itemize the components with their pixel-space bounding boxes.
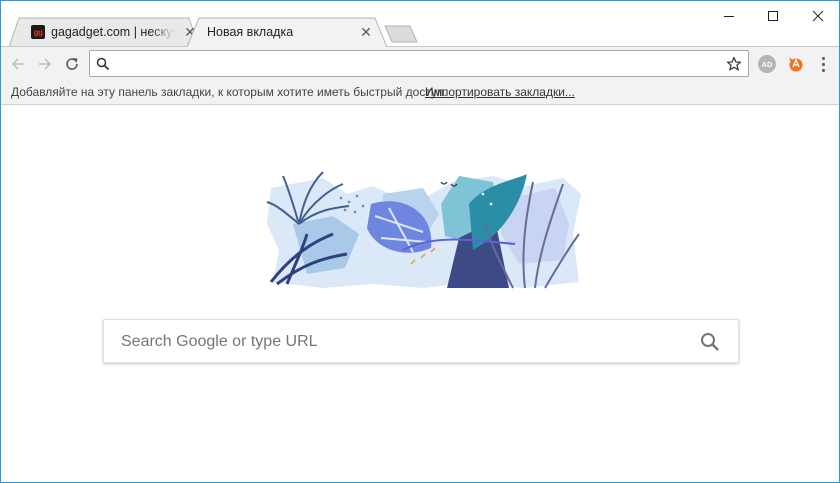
tab-strip: gg gagadget.com | нескучные новости ✕ Но… <box>1 1 839 47</box>
browser-window: gg gagadget.com | нескучные новости ✕ Но… <box>0 0 840 483</box>
bookmarks-bar-message: Добавляйте на эту панель закладки, к кот… <box>11 85 447 99</box>
arrow-left-icon <box>11 58 24 70</box>
reload-icon <box>66 58 78 70</box>
back-button[interactable] <box>7 53 29 75</box>
menu-dot <box>821 68 825 72</box>
avast-extension-icon[interactable] <box>787 55 805 73</box>
arrow-right-icon <box>39 58 52 70</box>
favicon-text: gg <box>33 27 43 37</box>
menu-dot <box>821 56 825 60</box>
search-icon <box>96 57 110 71</box>
tab-title: Новая вкладка <box>207 25 294 39</box>
address-bar[interactable] <box>89 50 749 77</box>
tab-gagadget[interactable]: gg gagadget.com | нескучные новости ✕ <box>9 17 199 47</box>
close-window-button[interactable] <box>795 1 839 31</box>
address-input[interactable] <box>116 54 716 73</box>
minimize-icon <box>724 16 734 17</box>
new-tab-search-box[interactable]: Search Google or type URL <box>103 319 739 363</box>
minimize-button[interactable] <box>706 1 752 31</box>
tab-new-tab[interactable]: Новая вкладка ✕ <box>187 17 387 47</box>
bookmarks-bar: Добавляйте на эту панель закладки, к кот… <box>1 80 839 105</box>
gagadget-favicon-icon: gg <box>31 25 45 39</box>
toolbar: AD <box>1 46 839 80</box>
search-placeholder: Search Google or type URL <box>121 333 318 350</box>
maximize-icon <box>768 11 778 21</box>
tab-title: gagadget.com | нескучные новости <box>51 25 175 39</box>
search-icon[interactable] <box>700 332 720 352</box>
import-bookmarks-link[interactable]: Импортировать закладки... <box>425 85 575 99</box>
close-icon <box>812 10 824 22</box>
reload-button[interactable] <box>61 53 83 75</box>
close-tab-icon[interactable]: ✕ <box>359 25 373 39</box>
chrome-menu-button[interactable] <box>816 54 830 74</box>
google-doodle-image[interactable] <box>263 164 583 292</box>
adblock-extension-icon[interactable]: AD <box>758 55 776 73</box>
forward-button[interactable] <box>34 53 56 75</box>
new-tab-button[interactable] <box>383 25 419 43</box>
bookmark-star-icon[interactable] <box>726 56 742 72</box>
menu-dot <box>821 62 825 66</box>
maximize-button[interactable] <box>750 1 796 31</box>
